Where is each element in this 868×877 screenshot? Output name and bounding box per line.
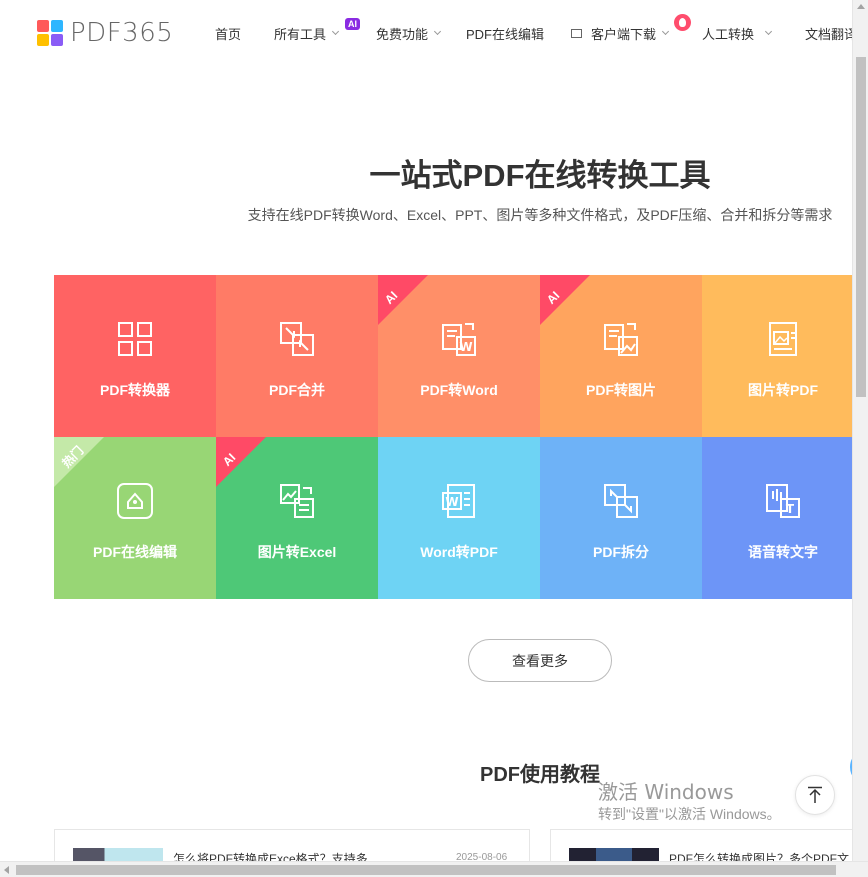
svg-text:W: W <box>459 340 472 354</box>
nav-item-client-download[interactable]: 客户端下载 <box>571 24 670 43</box>
download-icon <box>571 29 582 38</box>
tool-tile[interactable]: W Word转PDF <box>378 437 540 599</box>
image-to-excel-icon <box>280 484 314 518</box>
edit-icon <box>117 483 153 519</box>
pdf-to-word-icon: W <box>442 323 476 356</box>
voice-to-text-icon: T <box>766 484 800 518</box>
nav-item-free-features[interactable]: 免费功能 <box>376 24 442 43</box>
nav-label: 人工转换 <box>702 27 755 42</box>
tool-label: PDF合并 <box>269 382 325 398</box>
tool-label: PDF转Word <box>420 382 498 398</box>
tool-tile[interactable]: AI W PDF转Word <box>378 275 540 437</box>
tool-label: PDF转图片 <box>586 382 656 398</box>
tool-tile[interactable]: T 语音转文字 <box>702 437 864 599</box>
tools-grid: PDF转换器 PDF合并 AI W PDF转Word AI PDF转图片 图片转PDF 热门 PD… <box>54 275 864 599</box>
tool-label: PDF拆分 <box>593 544 649 560</box>
split-icon <box>604 484 638 518</box>
nav-item-home[interactable]: 首页 <box>215 24 241 43</box>
arrow-up-icon <box>808 786 822 803</box>
word-to-pdf-icon: W <box>442 484 475 518</box>
nav-item-all-tools[interactable]: 所有工具 <box>274 24 340 43</box>
chevron-down-icon <box>764 27 773 36</box>
image-to-pdf-icon <box>769 322 797 356</box>
tool-label: Word转PDF <box>420 544 498 560</box>
merge-icon <box>280 322 314 356</box>
tool-label: PDF转换器 <box>100 382 170 398</box>
svg-text:T: T <box>786 502 795 516</box>
tool-tile[interactable]: PDF拆分 <box>540 437 702 599</box>
nav-label: 文档翻译 <box>805 27 858 42</box>
tool-tile[interactable]: AI 图片转Excel <box>216 437 378 599</box>
pdf-to-image-icon <box>604 323 638 356</box>
tool-tile[interactable]: 图片转PDF <box>702 275 864 437</box>
horizontal-scroll-thumb[interactable] <box>16 865 836 875</box>
tool-tile[interactable]: AI PDF转图片 <box>540 275 702 437</box>
vertical-scroll-thumb[interactable] <box>856 57 866 397</box>
nav-label: 所有工具 <box>274 27 327 42</box>
tool-label: 图片转PDF <box>748 382 818 398</box>
site-header: PDF365 首页 所有工具 AI 免费功能 PDF在线编辑 客户端下载 人工转… <box>0 0 857 64</box>
nav-label: 首页 <box>215 27 242 42</box>
tool-tile[interactable]: PDF转换器 <box>54 275 216 437</box>
svg-text:W: W <box>445 495 458 509</box>
scroll-up-icon[interactable] <box>857 4 865 9</box>
back-to-top-button[interactable] <box>795 775 835 815</box>
chevron-down-icon <box>661 27 670 36</box>
grid-icon <box>118 322 152 356</box>
chevron-down-icon <box>331 27 340 36</box>
scroll-left-icon[interactable] <box>4 866 9 874</box>
fire-icon <box>674 14 691 31</box>
tutorial-title: PDF使用教程 <box>480 764 600 786</box>
nav-item-pdf-online-edit[interactable]: PDF在线编辑 <box>466 24 544 43</box>
view-more-button[interactable]: 查看更多 <box>468 639 612 682</box>
tool-label: PDF在线编辑 <box>93 544 177 560</box>
tool-tile[interactable]: 热门 PDF在线编辑 <box>54 437 216 599</box>
nav-label: 客户端下载 <box>591 27 657 42</box>
tool-tile[interactable]: PDF合并 <box>216 275 378 437</box>
nav-label: PDF在线编辑 <box>466 27 545 42</box>
windows-activation-title: 激活 Windows <box>598 780 734 804</box>
ai-badge: AI <box>345 18 360 30</box>
hero-title: 一站式PDF在线转换工具 <box>369 158 711 193</box>
vertical-scrollbar[interactable] <box>852 0 868 861</box>
nav-item-manual-convert[interactable]: 人工转换 <box>702 24 773 43</box>
main-nav: 首页 所有工具 AI 免费功能 PDF在线编辑 客户端下载 人工转换 文档翻译 <box>0 0 868 64</box>
hero-subtitle: 支持在线PDF转换Word、Excel、PPT、图片等多种文件格式，及PDF压缩… <box>247 207 833 223</box>
windows-activation-hint: 转到"设置"以激活 Windows。 <box>598 806 781 822</box>
tool-label: 语音转文字 <box>748 544 818 560</box>
tool-label: 图片转Excel <box>257 544 337 560</box>
nav-label: 免费功能 <box>376 27 429 42</box>
nav-item-doc-translate[interactable]: 文档翻译 <box>805 24 857 43</box>
horizontal-scrollbar[interactable] <box>0 861 868 877</box>
chevron-down-icon <box>433 27 442 36</box>
